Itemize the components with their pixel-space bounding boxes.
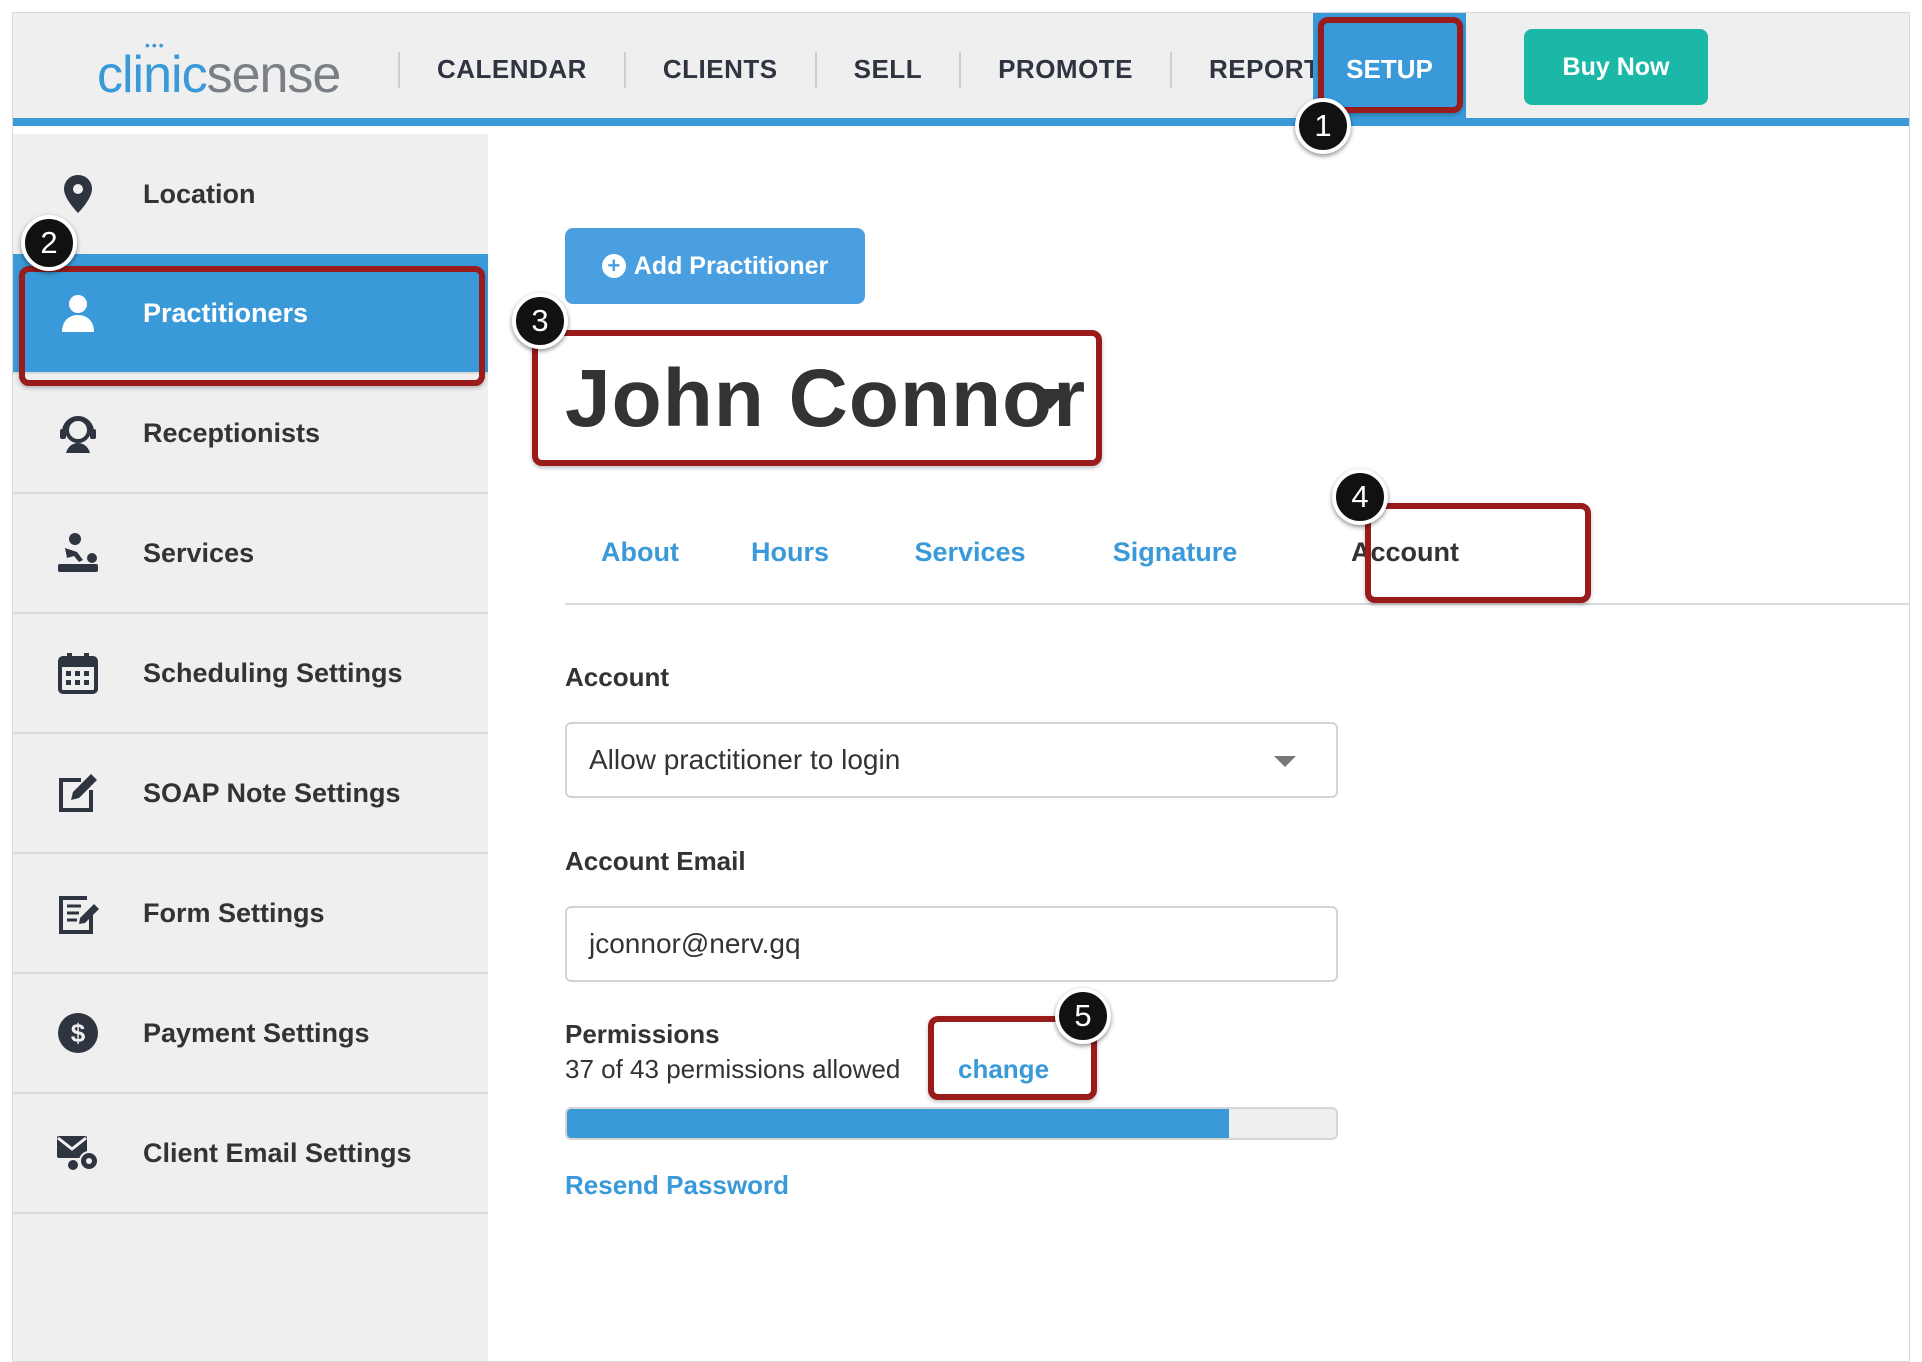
- tab-about[interactable]: About: [565, 499, 715, 605]
- chevron-down-icon: [1274, 756, 1296, 767]
- tab-hours[interactable]: Hours: [715, 499, 865, 605]
- map-pin-icon: [13, 173, 143, 215]
- tab-account[interactable]: Account: [1295, 499, 1515, 605]
- sidebar-item-label: Form Settings: [143, 897, 325, 928]
- form-edit-icon: [13, 892, 143, 934]
- permissions-label: Permissions: [565, 1019, 720, 1049]
- account-email-field[interactable]: jconnor@nerv.gq: [565, 906, 1338, 982]
- clinicsense-logo[interactable]: ••• clinicsense: [97, 37, 342, 105]
- calendar-icon: [13, 652, 143, 694]
- permissions-progress-fill: [567, 1109, 1229, 1138]
- permissions-progress-bar: [565, 1107, 1338, 1140]
- permissions-change-link[interactable]: change: [958, 1054, 1049, 1085]
- step-badge-3: 3: [512, 293, 568, 349]
- email-settings-icon: [13, 1133, 143, 1173]
- edit-icon: [13, 772, 143, 814]
- nav-calendar[interactable]: CALENDAR: [398, 51, 624, 88]
- nav-promote[interactable]: PROMOTE: [959, 51, 1170, 88]
- sidebar-item-label: Payment Settings: [143, 1017, 370, 1048]
- step-badge-5: 5: [1055, 988, 1111, 1044]
- sidebar-item-label: Practitioners: [143, 297, 309, 328]
- logo-dots: •••: [145, 37, 166, 53]
- main-nav: CALENDAR CLIENTS SELL PROMOTE REPORTS: [398, 13, 1375, 126]
- sidebar-item-form-settings[interactable]: Form Settings: [13, 854, 488, 974]
- headset-user-icon: [13, 412, 143, 454]
- sidebar-item-label: Location: [143, 178, 256, 209]
- permissions-count: 37 of 43 permissions allowed: [565, 1054, 901, 1084]
- sidebar-item-label: Services: [143, 537, 255, 568]
- sidebar-item-label: Scheduling Settings: [143, 657, 403, 688]
- add-practitioner-label: Add Practitioner: [633, 251, 829, 280]
- sidebar-item-label: Receptionists: [143, 417, 321, 448]
- sidebar-item-payment-settings[interactable]: $ Payment Settings: [13, 974, 488, 1094]
- plus-circle-icon: +: [601, 254, 626, 278]
- dollar-circle-icon: $: [13, 1012, 143, 1054]
- buy-now-button[interactable]: Buy Now: [1524, 29, 1708, 105]
- setup-sidebar: Location Practitioners Receptionists Ser…: [13, 134, 488, 1361]
- sidebar-item-location[interactable]: Location: [13, 134, 488, 254]
- top-nav-bar: ••• clinicsense CALENDAR CLIENTS SELL PR…: [13, 13, 1909, 126]
- sidebar-item-client-email-settings[interactable]: Client Email Settings: [13, 1094, 488, 1214]
- step-badge-4: 4: [1332, 469, 1388, 525]
- logo-text-sense: sense: [206, 46, 342, 104]
- step-badge-2: 2: [21, 215, 77, 271]
- logo-text-clinic: clinic: [97, 46, 208, 104]
- nav-clients[interactable]: CLIENTS: [623, 51, 815, 88]
- massage-icon: [13, 532, 143, 574]
- sidebar-item-receptionists[interactable]: Receptionists: [13, 374, 488, 494]
- sidebar-item-practitioners[interactable]: Practitioners: [13, 254, 488, 374]
- caret-down-icon[interactable]: [1031, 389, 1069, 409]
- tab-services[interactable]: Services: [875, 499, 1065, 605]
- user-icon: [13, 292, 143, 334]
- sidebar-item-services[interactable]: Services: [13, 494, 488, 614]
- account-select[interactable]: Allow practitioner to login: [565, 722, 1338, 798]
- account-email-label: Account Email: [565, 846, 746, 876]
- app-window: ••• clinicsense CALENDAR CLIENTS SELL PR…: [12, 12, 1910, 1362]
- tab-signature[interactable]: Signature: [1065, 499, 1285, 605]
- resend-password-link[interactable]: Resend Password: [565, 1170, 789, 1201]
- main-content: + Add Practitioner John Connor About Hou…: [488, 134, 1909, 1361]
- practitioner-name-dropdown[interactable]: John Connor: [565, 352, 1086, 446]
- step-badge-1: 1: [1295, 98, 1351, 154]
- nav-sell[interactable]: SELL: [814, 51, 959, 88]
- sidebar-item-label: Client Email Settings: [143, 1137, 412, 1168]
- sidebar-item-soap-note-settings[interactable]: SOAP Note Settings: [13, 734, 488, 854]
- sidebar-item-scheduling-settings[interactable]: Scheduling Settings: [13, 614, 488, 734]
- practitioner-tabs: About Hours Services Signature Account: [565, 499, 1909, 605]
- sidebar-item-label: SOAP Note Settings: [143, 777, 401, 808]
- svg-text:$: $: [71, 1018, 86, 1048]
- add-practitioner-button[interactable]: + Add Practitioner: [565, 228, 865, 304]
- account-select-value: Allow practitioner to login: [589, 744, 901, 775]
- account-label: Account: [565, 662, 669, 692]
